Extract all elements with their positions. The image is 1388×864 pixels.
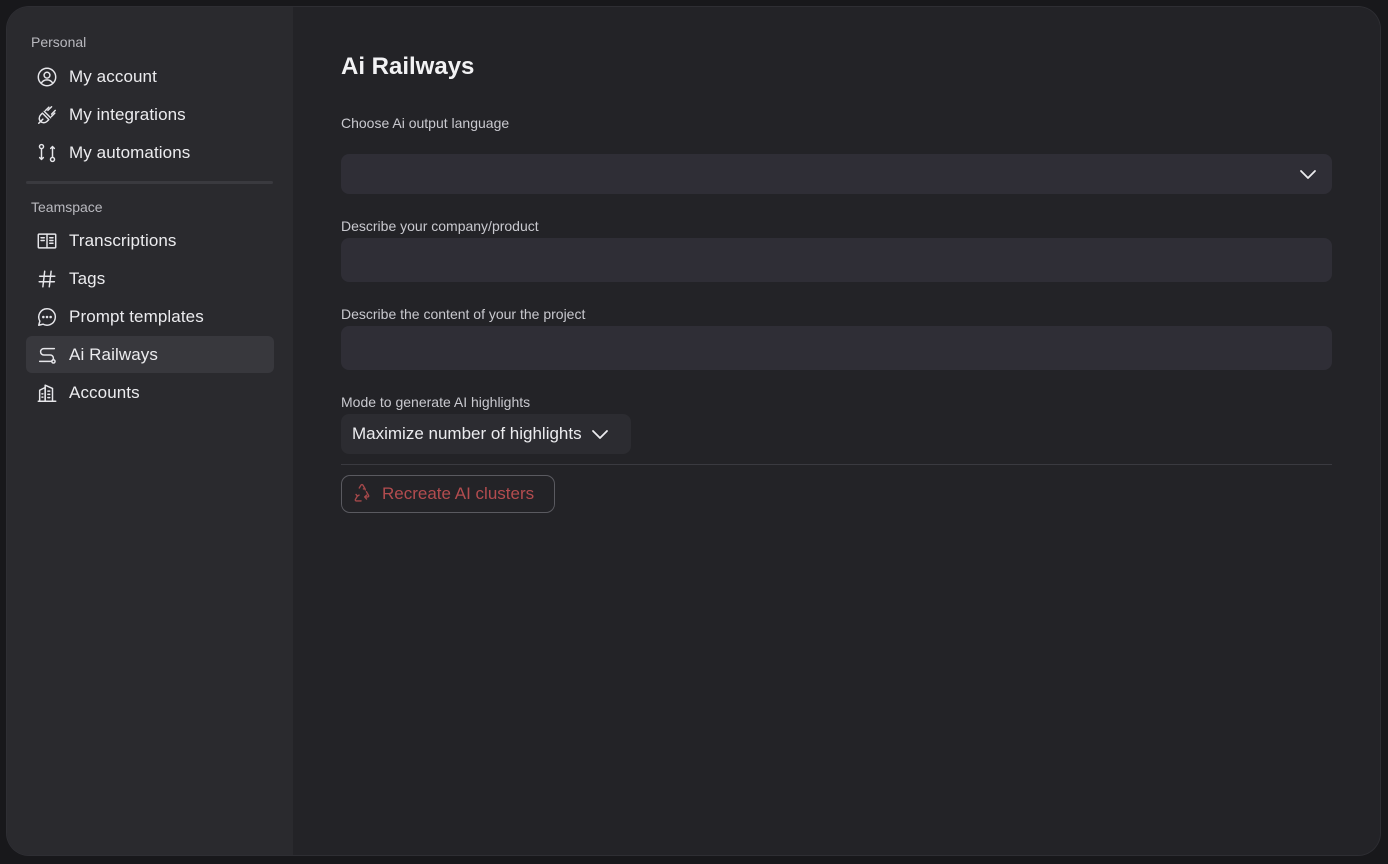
sidebar-item-transcriptions[interactable]: Transcriptions — [26, 222, 274, 259]
settings-content: Ai Railways Choose Ai output language De… — [293, 7, 1380, 855]
chat-bubble-icon — [36, 306, 58, 328]
chevron-down-icon — [590, 424, 610, 444]
sidebar-item-accounts[interactable]: Accounts — [26, 374, 274, 411]
sidebar-item-ai-railways[interactable]: Ai Railways — [26, 336, 274, 373]
recreate-ai-clusters-button[interactable]: Recreate AI clusters — [341, 475, 555, 513]
building-icon — [36, 382, 58, 404]
route-icon — [36, 344, 58, 366]
sidebar-item-label: Ai Railways — [69, 344, 158, 364]
highlight-mode-select[interactable]: Maximize number of highlights — [341, 414, 631, 454]
section-label-personal: Personal — [31, 34, 87, 50]
language-label: Choose Ai output language — [341, 115, 510, 131]
company-description-input[interactable] — [341, 238, 1332, 282]
page-title: Ai Railways — [341, 53, 475, 80]
book-open-icon — [36, 230, 58, 252]
section-divider — [341, 464, 1332, 465]
highlight-mode-value: Maximize number of highlights — [352, 424, 582, 443]
sidebar-item-tags[interactable]: Tags — [26, 260, 274, 297]
section-label-teamspace: Teamspace — [31, 199, 103, 215]
project-label: Describe the content of your the project — [341, 306, 586, 322]
highlight-mode-label: Mode to generate AI highlights — [341, 394, 531, 410]
plug-icon — [36, 104, 58, 126]
sidebar-item-my-account[interactable]: My account — [26, 58, 274, 95]
hashtag-icon — [36, 268, 58, 290]
sidebar-item-label: Prompt templates — [69, 306, 204, 326]
sidebar-item-my-automations[interactable]: My automations — [26, 134, 274, 171]
sidebar-item-label: Transcriptions — [69, 230, 177, 250]
sidebar-item-my-integrations[interactable]: My integrations — [26, 96, 274, 133]
sidebar-item-label: My account — [69, 66, 157, 86]
settings-sidebar: Personal My account My integrations My a… — [7, 7, 293, 855]
git-branch-icon — [36, 142, 58, 164]
language-select[interactable] — [341, 154, 1332, 194]
sidebar-item-prompt-templates[interactable]: Prompt templates — [26, 298, 274, 335]
user-circle-icon — [36, 66, 58, 88]
recreate-ai-clusters-label: Recreate AI clusters — [382, 484, 535, 503]
recycle-icon — [351, 483, 373, 505]
project-description-input[interactable] — [341, 326, 1332, 370]
sidebar-item-label: My integrations — [69, 104, 186, 124]
sidebar-item-label: Accounts — [69, 382, 140, 402]
chevron-down-icon — [1298, 164, 1318, 184]
company-label: Describe your company/product — [341, 218, 539, 234]
sidebar-item-label: My automations — [69, 142, 191, 162]
sidebar-item-label: Tags — [69, 268, 106, 288]
settings-modal: Personal My account My integrations My a… — [7, 7, 1380, 855]
